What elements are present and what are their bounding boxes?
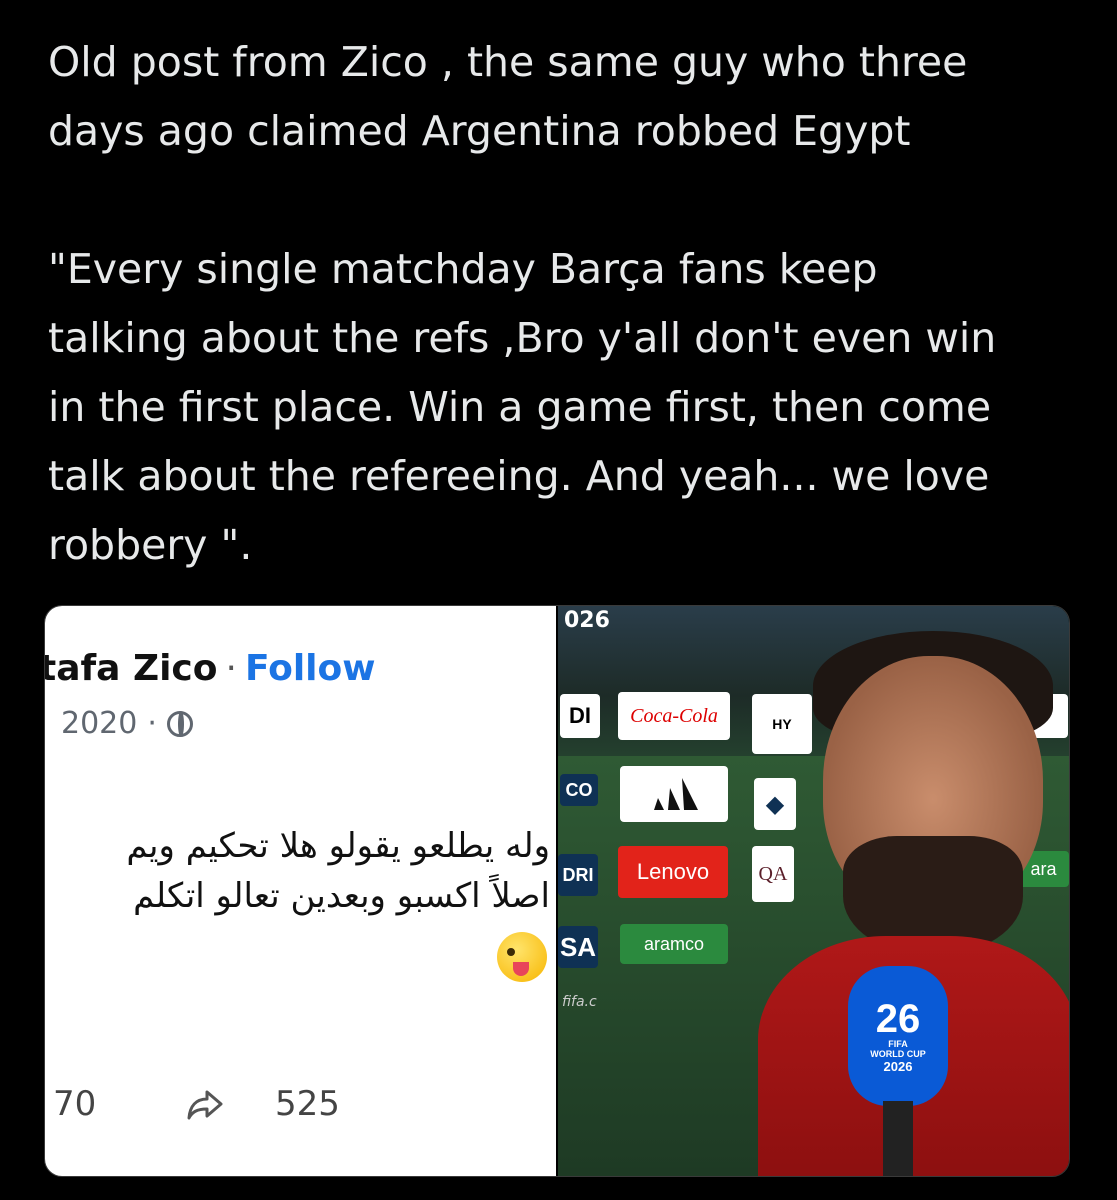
quote-line: in the first place. Win a game first, th… <box>48 383 992 431</box>
arabic-line: وله يطلعو يقولو هلا تحكيم ويم <box>126 826 550 866</box>
diamond-icon: ◆ <box>765 791 785 818</box>
ad-board-hy: HY <box>752 694 812 754</box>
fifa-url: fifa.c <box>562 994 597 1010</box>
mic-event: WORLD CUP <box>870 1048 926 1059</box>
ad-board-qa: QA <box>752 846 794 902</box>
separator: · <box>225 648 237 689</box>
ad-board-sa: SA <box>558 926 598 968</box>
player-interview-photo: 026 DI Coca-Cola HY CO ◆ DRI Lenovo QA S… <box>558 606 1069 1176</box>
ad-board-cocacola: Coca-Cola <box>618 692 730 740</box>
globe-icon <box>166 710 193 737</box>
arabic-line: اصلاً اكسبو وبعدين تعالو اتكلم <box>133 876 550 916</box>
ad-board-lenovo: Lenovo <box>618 846 728 898</box>
ad-board-aramco: aramco <box>620 924 728 964</box>
meta-separator: · <box>147 706 157 741</box>
winking-tongue-emoji-icon <box>497 932 547 982</box>
quote-line: talking about the refs ,Bro y'all don't … <box>48 314 997 362</box>
follow-link: Follow <box>244 648 376 689</box>
fifa-world-cup-microphone: 26 FIFA WORLD CUP 2026 <box>848 966 948 1106</box>
mic-year: 2026 <box>883 1058 913 1074</box>
media-attachment[interactable]: tafa Zico · Follow 2020 · وله يطلعو يقولو … <box>44 605 1070 1177</box>
post-meta: 2020 · <box>61 706 193 741</box>
quote-line: talk about the refereeing. And yeah... w… <box>48 452 990 500</box>
mic-brand: FIFA <box>888 1038 908 1049</box>
ad-board-di: DI <box>560 694 600 738</box>
arabic-post-text: وله يطلعو يقولو هلا تحكيم ويم اصلاً اكسب… <box>126 821 550 921</box>
quote-line: robbery ". <box>48 521 253 569</box>
post-text: Old post from Zico , the same guy who th… <box>48 28 1078 580</box>
scoreboard-year: 026 <box>564 608 610 633</box>
author-row: tafa Zico · Follow <box>45 648 376 689</box>
post-line: Old post from Zico , the same guy who th… <box>48 38 968 86</box>
adidas-board <box>620 766 728 822</box>
microphone-handle <box>883 1101 913 1176</box>
author-name: tafa Zico <box>45 648 218 689</box>
ad-board-dri: DRI <box>558 854 598 896</box>
quote-line: "Every single matchday Barça fans keep <box>48 245 878 293</box>
post-year: 2020 <box>61 706 138 741</box>
share-icon <box>187 1090 223 1120</box>
shares-count: 525 <box>275 1084 340 1124</box>
post-line: days ago claimed Argentina robbed Egypt <box>48 107 911 155</box>
adidas-logo-icon <box>654 778 698 810</box>
ad-board-diamond: ◆ <box>754 778 796 830</box>
mic-logo: 26 <box>875 996 921 1041</box>
reactions-count: 70 <box>53 1084 97 1124</box>
facebook-post-screenshot: tafa Zico · Follow 2020 · وله يطلعو يقولو … <box>45 606 556 1176</box>
engagement-stats: 70 525 <box>45 1084 556 1134</box>
ad-board-co: CO <box>560 774 598 806</box>
